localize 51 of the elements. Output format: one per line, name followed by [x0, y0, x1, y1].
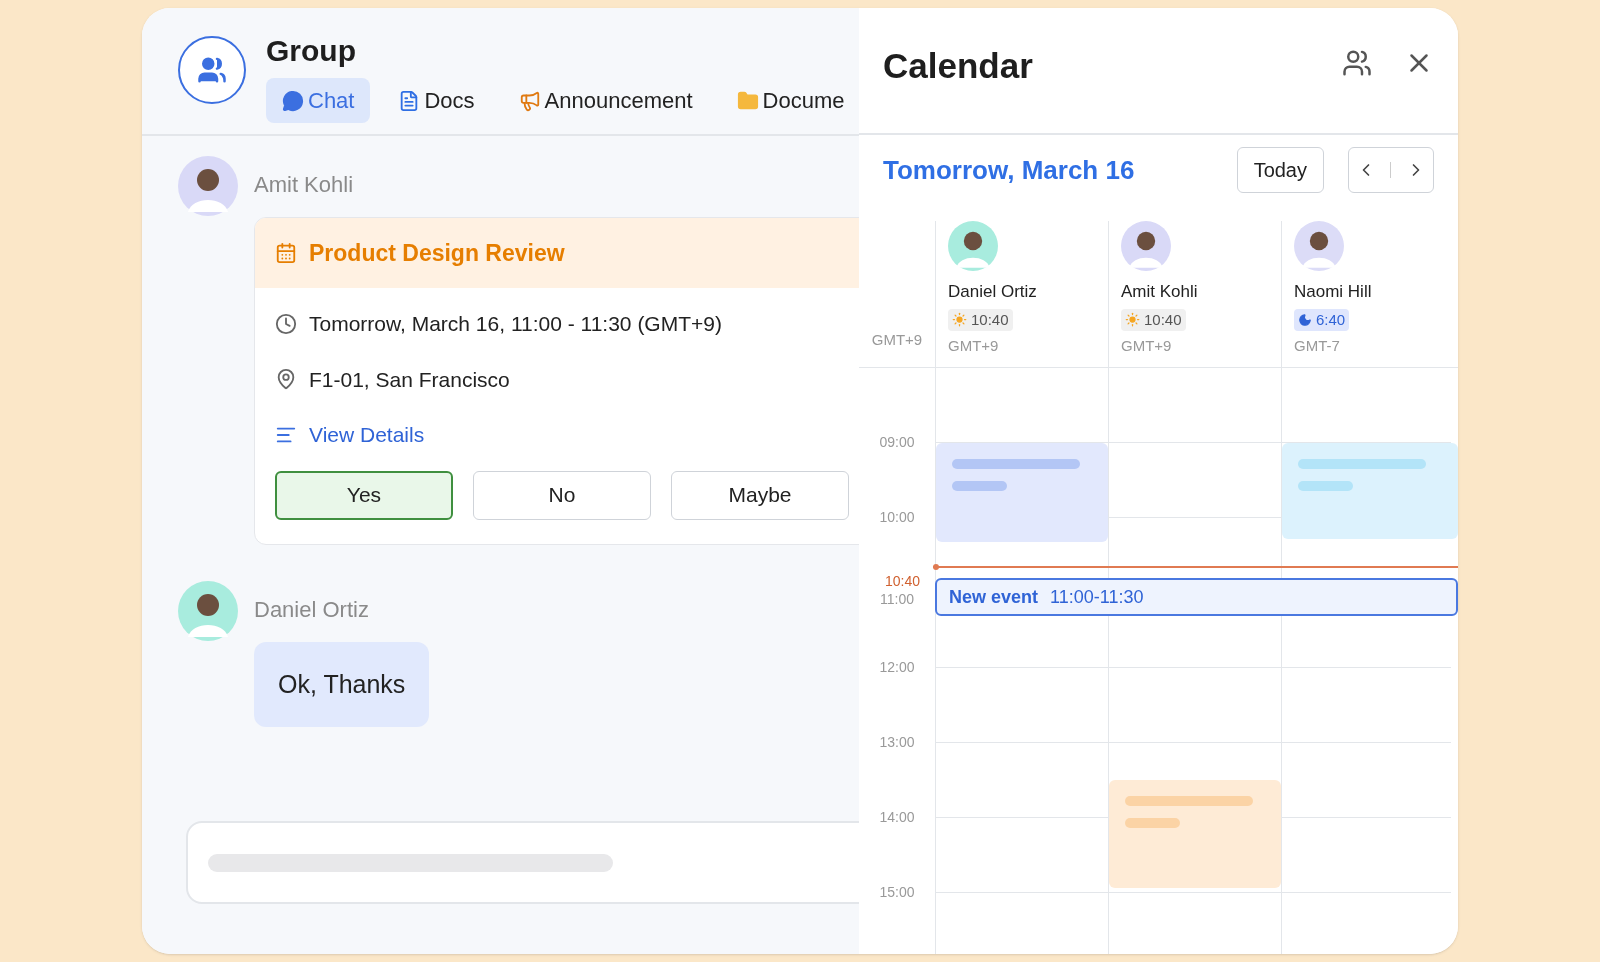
today-button[interactable]: Today	[1236, 147, 1324, 193]
sender-name: Amit Kohli	[254, 171, 355, 199]
tab[interactable]: Docs	[382, 78, 491, 123]
tab[interactable]: Chat	[266, 78, 371, 123]
local-time-badge: 10:40	[1121, 308, 1186, 331]
folder-icon	[736, 89, 759, 112]
megaphone-icon	[518, 89, 541, 112]
response-button[interactable]: No	[473, 470, 651, 520]
calendar-date: Tomorrow, March 16	[883, 153, 1135, 187]
new-event-block[interactable]: New event 11:00-11:30	[935, 578, 1458, 616]
hour-label: 14:00	[879, 809, 915, 825]
view-details-link[interactable]: View Details	[309, 419, 425, 451]
message-input[interactable]	[186, 821, 859, 904]
moon-icon	[1298, 312, 1312, 327]
chat-bubble-icon	[282, 89, 304, 112]
timezone-label: GMT-7	[1294, 336, 1341, 356]
person-name: Amit Kohli	[1121, 281, 1199, 303]
response-button[interactable]: Yes	[275, 470, 453, 520]
tab[interactable]: Announcement	[502, 78, 709, 123]
group-title: Group	[266, 36, 357, 66]
event-title: Product Design Review	[309, 238, 565, 268]
sun-icon	[952, 312, 967, 328]
local-time-badge: 6:40	[1294, 308, 1350, 331]
tab[interactable]: Docume	[720, 78, 859, 123]
people-icon[interactable]	[1342, 48, 1372, 78]
timezone-label: GMT+9	[948, 336, 1000, 356]
clock-icon	[275, 312, 297, 335]
person-name: Daniel Ortiz	[948, 281, 1038, 303]
people-icon	[197, 55, 227, 85]
response-button[interactable]: Maybe	[671, 470, 849, 520]
timezone-label: GMT+9	[1121, 336, 1173, 356]
person-name: Naomi Hill	[1294, 281, 1373, 303]
event-time: Tomorrow, March 16, 11:00 - 11:30 (GMT+9)	[309, 311, 722, 337]
current-time-label: 10:40	[885, 572, 921, 591]
hour-label: 10:00	[879, 509, 915, 525]
location-icon	[275, 368, 297, 391]
hour-label: 15:00	[879, 884, 915, 900]
new-event-title: New event	[949, 585, 1039, 609]
event-location: F1-01, San Francisco	[309, 366, 510, 393]
hour-label: 09:00	[879, 434, 915, 450]
sun-icon	[1125, 312, 1140, 328]
hour-label: 12:00	[879, 659, 915, 675]
sender-name: Daniel Ortiz	[254, 595, 370, 624]
calendar-icon	[275, 242, 297, 264]
hour-label: 11:00	[880, 591, 914, 607]
hour-label: 13:00	[879, 734, 915, 750]
local-time-badge: 10:40	[948, 308, 1013, 331]
message-bubble: Ok, Thanks	[254, 641, 430, 727]
calendar-title: Calendar	[883, 48, 1033, 83]
new-event-time: 11:00-11:30	[1050, 585, 1144, 609]
timezone-label: GMT+9	[871, 329, 923, 350]
